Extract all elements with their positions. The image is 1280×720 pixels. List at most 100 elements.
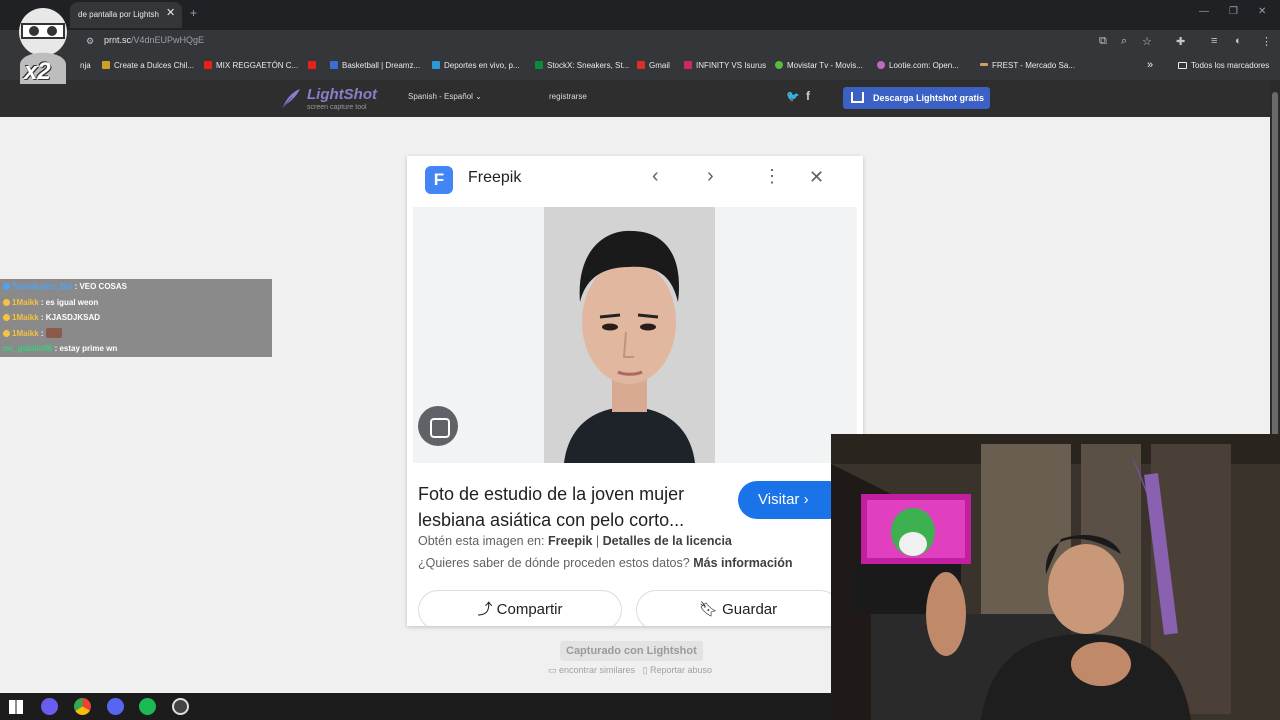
screenshot-image[interactable]: F Freepik ‹ › ⋮ ✕ Foto de estudio de la … xyxy=(407,156,863,626)
chat-message: 1Maikk : es igual weon xyxy=(0,294,272,310)
bookmark-star-icon[interactable]: ☆ xyxy=(1142,35,1152,48)
browser-toolbar: ⚙ prnt.sc/V4dnEUPwHQgE ⧉ ⌕ ☆ ✚ ≡ ◐ ⋮ xyxy=(0,30,1280,54)
extensions-icon[interactable]: ✚ xyxy=(1176,35,1185,48)
media-icon[interactable]: ≡ xyxy=(1211,35,1217,47)
bookmark-favicon-icon xyxy=(330,61,338,69)
report-abuse-link[interactable]: ▯ Reportar abuso xyxy=(643,665,713,675)
profile-icon[interactable]: ◐ xyxy=(1235,35,1242,47)
more-vert-icon[interactable]: ⋮ xyxy=(763,166,781,187)
all-bookmarks[interactable]: Todos los marcadores xyxy=(1178,61,1269,70)
stockx-icon xyxy=(535,61,543,69)
source-link[interactable]: Freepik xyxy=(548,534,592,548)
image-preview-area xyxy=(413,207,857,463)
taskbar xyxy=(0,693,831,720)
menu-icon[interactable]: ⋮ xyxy=(1261,35,1272,48)
bookmark-item[interactable]: Movistar Tv - Movis... xyxy=(775,61,863,70)
twitter-icon[interactable]: 🐦 xyxy=(786,90,800,103)
gmail-icon xyxy=(637,61,645,69)
obs-icon[interactable] xyxy=(172,698,189,715)
folder-icon xyxy=(1178,62,1187,69)
google-lens-icon[interactable] xyxy=(418,406,458,446)
image-actions: ▭ encontrar similares ▯ Reportar abuso xyxy=(548,665,712,676)
chevron-down-icon: ⌄ xyxy=(475,92,482,101)
bookmark-favicon-icon xyxy=(684,61,692,69)
bookmarks-bar: nja Create a Dulces Chil... MIX REGGAETÓ… xyxy=(0,54,1280,80)
address-bar[interactable]: prnt.sc/V4dnEUPwHQgE xyxy=(104,35,204,45)
spotify-icon[interactable] xyxy=(139,698,156,715)
bookmark-item[interactable]: Deportes en vivo, p... xyxy=(432,61,520,70)
facebook-icon[interactable]: f xyxy=(806,89,810,103)
portrait-photo xyxy=(544,207,715,463)
download-button[interactable]: Descarga Lightshot gratis xyxy=(843,87,990,109)
screen: de pantalla por Lightsh ✕ + — ❐ ✕ ⚙ prnt… xyxy=(0,0,1280,720)
address-domain: prnt.sc xyxy=(104,35,132,45)
share-button[interactable]: ⤴ Compartir xyxy=(418,590,622,626)
chat-message: 1Maikk : xyxy=(0,325,272,341)
more-info-link[interactable]: Más información xyxy=(693,556,792,570)
youtube-icon xyxy=(204,61,212,69)
badge-icon xyxy=(3,283,10,290)
discord-icon[interactable] xyxy=(107,698,124,715)
browser-tab-bar: de pantalla por Lightsh ✕ + — ❐ ✕ xyxy=(0,0,1280,30)
download-icon xyxy=(851,92,864,103)
bookmark-item[interactable]: Basketball | Dreamz... xyxy=(330,61,420,70)
badge-icon xyxy=(3,329,10,337)
bookmark-item[interactable]: Gmail xyxy=(637,61,670,70)
bookmark-item[interactable]: StockX: Sneakers, St... xyxy=(535,61,629,70)
register-link[interactable]: registrarse xyxy=(549,92,587,101)
bookmark-item[interactable]: nja xyxy=(80,61,91,70)
bookmark-item[interactable]: FREST - Mercado Sa... xyxy=(980,61,1075,70)
bookmark-item[interactable]: Lootie.com: Open... xyxy=(877,61,959,70)
bookmark-favicon-icon xyxy=(432,61,440,69)
badge-icon xyxy=(3,298,10,306)
close-icon[interactable]: ✕ xyxy=(809,167,824,188)
copilot-icon[interactable] xyxy=(41,698,58,715)
chevron-left-icon[interactable]: ‹ xyxy=(652,165,659,188)
lightshot-header: LightShot screen capture tool Spanish - … xyxy=(0,80,1280,117)
bookmark-favicon-icon xyxy=(980,63,988,66)
freepik-logo-icon: F xyxy=(425,166,453,194)
lightshot-tagline: screen capture tool xyxy=(307,104,367,111)
movistar-icon xyxy=(775,61,783,69)
chrome-icon[interactable] xyxy=(74,698,91,715)
bookmark-item[interactable]: MIX REGGAETÓN C... xyxy=(204,61,298,70)
minimize-icon[interactable]: — xyxy=(1199,6,1209,17)
webcam-feed xyxy=(831,434,1280,720)
chevron-right-icon[interactable]: › xyxy=(707,165,714,188)
chat-message: mr_gabilin96 : estay prime wn xyxy=(0,341,272,357)
license-link[interactable]: Detalles de la licencia xyxy=(603,534,732,548)
badge-icon xyxy=(3,314,10,321)
multiplier-badge: x2 xyxy=(24,58,51,85)
youtube-icon xyxy=(308,61,316,69)
find-similar-link[interactable]: ▭ encontrar similares xyxy=(548,665,635,675)
lightshot-logo[interactable]: LightShot xyxy=(307,86,377,103)
site-info-icon[interactable]: ⚙ xyxy=(86,36,96,46)
bookmark-icon: 🔖︎ xyxy=(698,601,718,618)
new-tab-button[interactable]: + xyxy=(190,6,197,20)
share-icon: ⤴ xyxy=(477,601,493,618)
source-name: Freepik xyxy=(468,169,522,186)
tab-title: de pantalla por Lightsh xyxy=(78,10,159,19)
save-button[interactable]: 🔖︎ Guardar xyxy=(636,590,840,626)
bookmarks-overflow-icon[interactable]: » xyxy=(1147,59,1153,71)
chat-message: 1Maikk : KJASDJKSAD xyxy=(0,310,272,326)
window-close-icon[interactable]: ✕ xyxy=(1258,6,1266,17)
bookmark-item[interactable]: Create a Dulces Chil... xyxy=(102,61,194,70)
tab-close-icon[interactable]: ✕ xyxy=(166,6,175,19)
bookmark-item[interactable]: INFINITY VS Isurus xyxy=(684,61,766,70)
language-select[interactable]: Spanish - Español ⌄ xyxy=(408,92,482,101)
install-icon[interactable]: ⧉ xyxy=(1099,35,1107,48)
zoom-icon[interactable]: ⌕ xyxy=(1121,35,1127,48)
windows-start-icon[interactable] xyxy=(9,700,23,714)
captured-with-label: Capturado con Lightshot xyxy=(560,641,703,661)
lightshot-feather-icon xyxy=(282,89,300,108)
bookmark-favicon-icon xyxy=(877,61,885,69)
image-title[interactable]: Foto de estudio de la joven mujer lesbia… xyxy=(418,481,738,533)
data-origin-line: ¿Quieres saber de dónde proceden estos d… xyxy=(418,556,793,570)
emote-icon xyxy=(45,327,62,338)
chat-message: Tachaluyos_Bal : VEO COSAS xyxy=(0,279,272,295)
restore-icon[interactable]: ❐ xyxy=(1229,6,1238,17)
image-source-line: Obtén esta imagen en: Freepik | Detalles… xyxy=(418,534,732,548)
bookmark-item[interactable] xyxy=(308,61,320,70)
bookmark-favicon-icon xyxy=(102,61,110,69)
